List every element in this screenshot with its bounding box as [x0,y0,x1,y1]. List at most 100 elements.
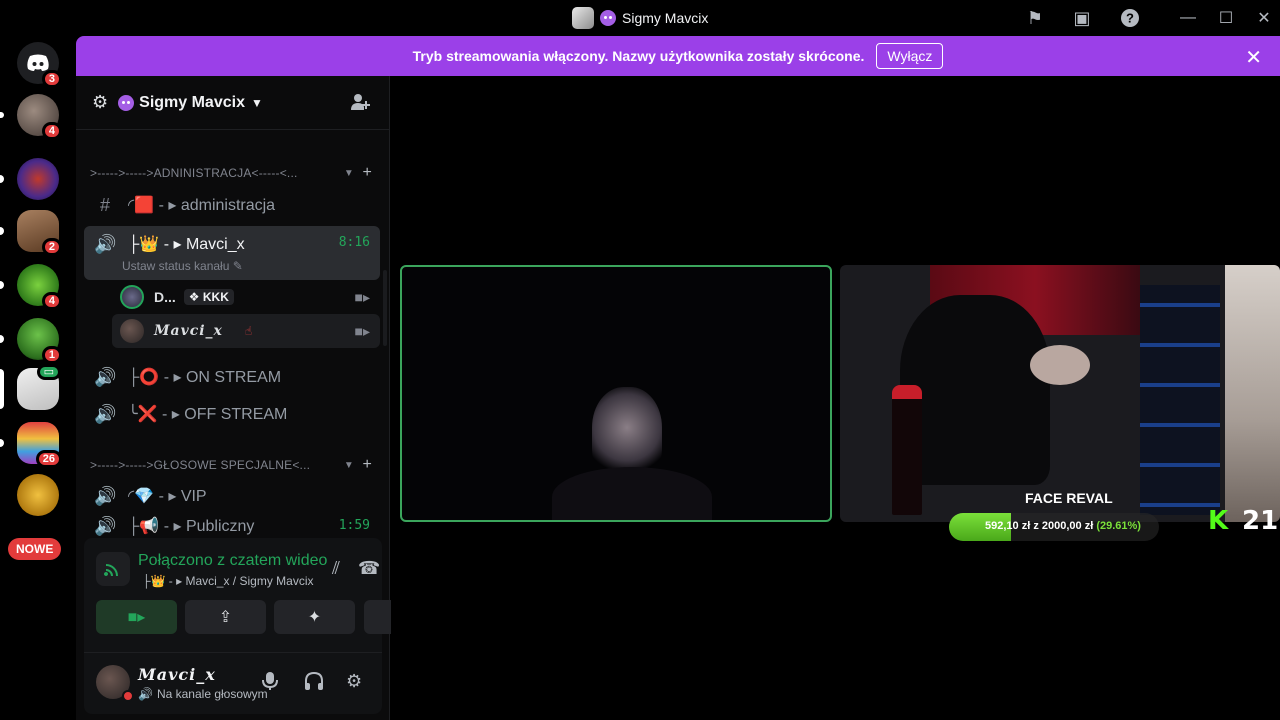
category-administracja[interactable]: >----->----->ADNINISTRACJA<-----<... ▼ + [90,163,380,183]
message-badge-icon: ▭ [36,364,61,380]
notification-badge: 4 [41,292,62,310]
voice-channel-path[interactable]: ├👑 - ▸ Mavci_x / Sigmy Mavcix [142,574,314,588]
voice-connected-status[interactable]: Połączono z czatem wideo [138,552,327,570]
server-icon-zakon[interactable] [0,158,59,200]
hashtag-icon: # [99,194,110,215]
disable-streamer-mode-button[interactable]: Wyłącz [876,43,944,69]
voice-user-row[interactable]: 𝑴𝒂𝒗𝒄𝒊_𝒙 ☝ ■▸ [112,314,380,348]
camera-feed-body [552,467,712,520]
voice-channel-on-stream[interactable]: 🔊 ├⭕ - ▸ ON STREAM [84,360,380,394]
microphone-icon[interactable] [262,671,278,696]
set-channel-status[interactable]: Ustaw status kanału ✎ [122,259,243,273]
server-rail: 3 4 2 4 1 ▭ 26 NOWE [0,36,74,720]
camera-button[interactable]: ■▸ [96,600,177,634]
voice-channel-publiczny[interactable]: 🔊 ├📢 - ▸ Publiczny 1:59 [84,516,380,540]
avatar [120,319,144,343]
create-channel-icon[interactable]: + [362,164,372,182]
server-name: Sigmy Mavcix [118,94,245,112]
cursor-hand-icon: ☝ [244,324,253,338]
stream-feed-bottle [892,385,922,515]
chevron-down-icon: ▼ [343,459,354,471]
channel-sidebar: ⚙ Sigmy Mavcix ▼ >----->----->ADNINISTRA… [76,76,445,720]
notification-badge: 26 [35,450,62,468]
stream-feed-hand [1030,345,1090,385]
username[interactable]: 𝑴𝒂𝒗𝒄𝒊_𝒙 [138,665,216,684]
voice-status: Połączono z czatem wideo ├👑 - ▸ Mavci_x … [96,550,380,590]
server-icon-9[interactable] [17,474,59,516]
scrollbar[interactable] [383,270,387,346]
close-window-button[interactable]: ✕ [1252,6,1276,30]
stream-goal-title: FACE REVAL [1025,490,1113,506]
pencil-icon: ✎ [232,259,243,273]
minimize-button[interactable]: — [1176,6,1200,30]
text-channel-administracja[interactable]: # ◜🟥 - ▸ administracja [84,188,380,222]
server-icon-2[interactable]: 4 [0,94,62,140]
video-camera-icon: ■▸ [354,288,370,305]
devil-emoji-icon [600,10,616,26]
unread-pill [0,335,4,343]
server-icon-7[interactable]: ▭ [0,364,61,410]
server-header[interactable]: ⚙ Sigmy Mavcix ▼ [76,76,390,130]
server-boost-icon: ⚙ [92,92,109,112]
disconnect-icon[interactable]: ☎ [358,558,380,579]
avatar [120,285,144,309]
stream-feed-person [900,295,1050,485]
video-tile-stream[interactable] [840,265,1280,522]
server-icon-8[interactable]: 26 [0,422,62,468]
chevron-down-icon: ▼ [343,167,354,179]
create-channel-icon[interactable]: + [362,456,372,474]
discord-app: Sigmy Mavcix ⚑ ▣ ? — ☐ ✕ 3 4 2 4 1 ▭ 26 … [0,0,1280,720]
user-panel: 𝑴𝒂𝒗𝒄𝒊_𝒙 🔊 Na kanale głosowym ⚙ [84,652,382,714]
unread-pill [0,281,4,289]
banner-text: Tryb streamowania włączony. Nazwy użytko… [412,48,865,64]
unread-pill [0,175,4,183]
voice-channel-mavci-x[interactable]: 🔊 ├👑 - ▸ Mavci_x 8:16 Ustaw status kanał… [84,226,380,280]
voice-speaker-icon: 🔊 [94,366,117,387]
voice-speaker-icon: 🔊 [94,234,117,254]
server-icon-5[interactable]: 4 [0,264,62,310]
headphones-icon[interactable] [304,671,324,696]
video-stage: FACE REVAL 592,10 zł z 2000,00 zł (29.61… [391,76,1280,720]
flag-icon[interactable]: ⚑ [1023,6,1047,30]
voice-speaker-icon: 🔊 [94,485,117,506]
help-icon[interactable]: ? [1118,6,1142,30]
unread-pill [0,227,4,235]
server-icon-4[interactable]: 2 [0,210,62,256]
voice-speaker-icon: 🔊 [94,403,117,424]
voice-connection-panel: Połączono z czatem wideo ├👑 - ▸ Mavci_x … [84,538,445,714]
category-glosowe-specjalne[interactable]: >----->----->GŁOSOWE SPECJALNE<... ▼ + [90,455,380,475]
signal-icon[interactable] [96,552,130,586]
viewer-count: 21 [1242,506,1279,536]
voice-channel-off-stream[interactable]: 🔊 ╰❌ - ▸ OFF STREAM [84,397,380,431]
devil-emoji-icon [118,94,135,111]
home-server-button[interactable]: 3 [17,42,62,88]
invite-people-icon[interactable] [350,92,370,117]
activities-icon: ✦ [307,609,322,626]
kick-logo-icon: K [1208,506,1229,536]
noise-suppression-icon[interactable]: ⫽ [332,558,340,579]
video-camera-icon: ■▸ [354,322,370,339]
donation-progress-bar: 592,10 zł z 2000,00 zł (29.61%) [949,513,1159,541]
unread-pill [0,439,4,447]
voice-speaker-icon: 🔊 [94,516,117,536]
video-tile-camera[interactable] [400,265,832,522]
voice-channel-vip[interactable]: 🔊 ◜💎 - ▸ VIP [84,479,380,513]
video-camera-icon: ■▸ [127,609,146,626]
stream-feed-foreground [1225,265,1280,522]
settings-gear-icon[interactable]: ⚙ [346,671,362,692]
selected-pill [0,369,4,409]
chevron-down-icon: ▼ [250,95,263,110]
voice-user-row[interactable]: D... ❖ KKK ■▸ [112,280,380,314]
dnd-status-icon [122,690,134,702]
activities-button[interactable]: ✦ [274,600,355,634]
server-icon-6[interactable]: 1 [0,318,62,364]
screen-share-button[interactable]: ⇪ [185,600,266,634]
new-unreads-pill[interactable]: NOWE [8,538,62,560]
channel-timer: 1:59 [338,518,370,533]
inbox-icon[interactable]: ▣ [1070,6,1094,30]
voice-speaker-icon: 🔊 [138,687,153,701]
maximize-button[interactable]: ☐ [1214,6,1238,30]
progress-text: 592,10 zł z 2000,00 zł (29.61%) [985,520,1141,532]
close-icon[interactable]: ✕ [1245,45,1262,70]
server-thumbnail [572,7,594,29]
